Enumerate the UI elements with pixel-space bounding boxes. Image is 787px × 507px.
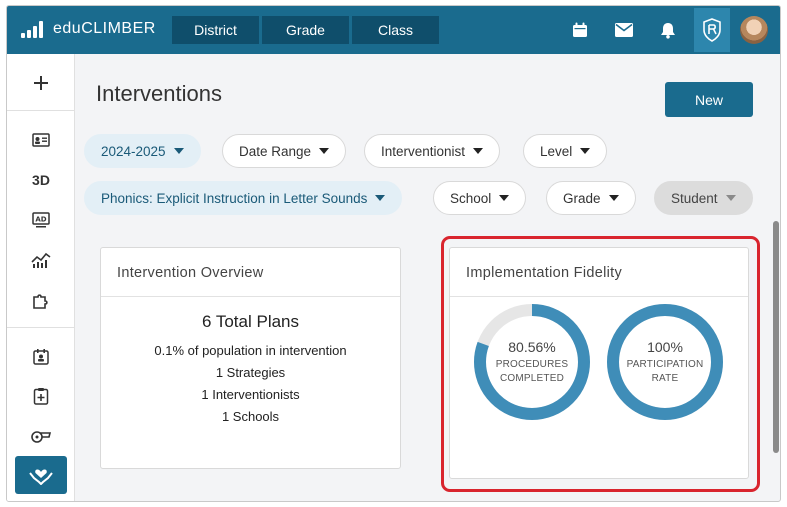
grade-label: Grade: [563, 190, 601, 206]
ad-screen-icon[interactable]: AD: [7, 201, 75, 239]
card-divider: [101, 296, 400, 297]
chevron-down-icon: [375, 195, 386, 201]
chevron-down-icon: [725, 195, 736, 201]
chart-line-icon[interactable]: [7, 241, 75, 279]
shield-r-icon[interactable]: [694, 8, 730, 52]
scope-tabs: District Grade Class: [172, 16, 439, 44]
overview-line-population: 0.1% of population in intervention: [154, 343, 347, 358]
mail-icon[interactable]: [602, 6, 646, 54]
student-filter[interactable]: Student: [654, 181, 753, 215]
total-plans: 6 Total Plans: [201, 312, 300, 331]
highlight-box: [441, 236, 760, 492]
sidebar-item-interventions[interactable]: [15, 456, 67, 494]
date-range-filter[interactable]: Date Range: [222, 134, 347, 168]
school-filter[interactable]: School: [433, 181, 527, 215]
overview-title: Intervention Overview: [117, 265, 264, 281]
chevron-down-icon: [608, 195, 619, 201]
scrollbar[interactable]: [773, 221, 779, 453]
sidebar: 3D AD: [7, 54, 75, 501]
strategy-label: Phonics: Explicit Instruction in Letter …: [101, 190, 368, 206]
app-window: eduCLIMBER District Grade Class 3D AD In…: [6, 5, 781, 502]
calendar-icon[interactable]: [558, 6, 602, 54]
overview-body: 6 Total Plans 0.1% of population in inte…: [101, 312, 400, 428]
tab-grade[interactable]: Grade: [262, 16, 349, 44]
puzzle-icon[interactable]: [7, 281, 75, 319]
overview-line-strategies: 1 Strategies: [215, 365, 286, 380]
year-filter-label: 2024-2025: [101, 143, 166, 159]
sidebar-divider: [7, 110, 75, 111]
bell-icon[interactable]: [646, 6, 690, 54]
year-filter[interactable]: 2024-2025: [84, 134, 201, 168]
level-label: Level: [540, 143, 573, 159]
chevron-down-icon: [473, 148, 484, 154]
clipboard-plus-icon[interactable]: [7, 377, 75, 415]
page-title: Interventions: [96, 81, 222, 106]
sidebar-item-3d[interactable]: 3D: [7, 161, 75, 199]
tab-district[interactable]: District: [172, 16, 259, 44]
chevron-down-icon: [580, 148, 591, 154]
new-button[interactable]: New: [665, 82, 753, 117]
chevron-down-icon: [173, 148, 184, 154]
top-bar: eduCLIMBER District Grade Class: [7, 6, 780, 54]
level-filter[interactable]: Level: [523, 134, 608, 168]
interventionist-label: Interventionist: [381, 143, 466, 159]
overview-line-interventionists: 1 Interventionists: [201, 387, 300, 402]
intervention-overview-card: Intervention Overview 6 Total Plans 0.1%…: [100, 247, 401, 469]
user-avatar[interactable]: [740, 16, 768, 44]
hands-heart-icon: [29, 469, 53, 485]
svg-text:AD: AD: [35, 216, 46, 224]
whistle-icon[interactable]: [7, 417, 75, 455]
overview-line-schools: 1 Schools: [221, 409, 280, 424]
logo[interactable]: eduCLIMBER: [21, 20, 156, 38]
top-icons: [558, 6, 780, 54]
3d-label: 3D: [32, 172, 50, 188]
grade-filter[interactable]: Grade: [546, 181, 636, 215]
strategy-filter[interactable]: Phonics: Explicit Instruction in Letter …: [84, 181, 403, 215]
add-icon[interactable]: [7, 64, 75, 102]
brand-name: eduCLIMBER: [53, 20, 156, 37]
interventionist-filter[interactable]: Interventionist: [364, 134, 501, 168]
calendar-user-icon[interactable]: [7, 337, 75, 375]
tab-class[interactable]: Class: [352, 16, 439, 44]
date-range-label: Date Range: [239, 143, 312, 159]
sidebar-divider: [7, 327, 75, 328]
logo-bars-icon: [21, 20, 43, 38]
student-label: Student: [671, 190, 718, 206]
chevron-down-icon: [319, 148, 330, 154]
id-card-icon[interactable]: [7, 121, 75, 159]
school-label: School: [450, 190, 492, 206]
chevron-down-icon: [499, 195, 510, 201]
